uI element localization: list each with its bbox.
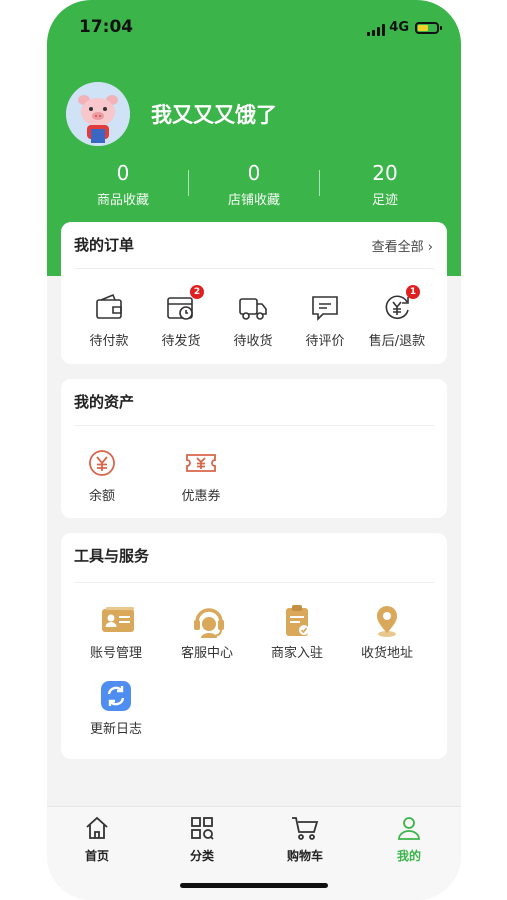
phone-screen: 17:04 4G 我又又又饿了 0 商品收藏 0 店铺收藏 20 足迹 我的订单…: [47, 0, 461, 900]
user-icon: [369, 815, 449, 845]
tab-cart[interactable]: 购物车: [265, 815, 345, 864]
orders-card: 我的订单 查看全部 › 待付款 2 待发货 待收货 待评价 1 售后/退款: [61, 222, 447, 364]
asset-balance[interactable]: 余额: [66, 447, 138, 504]
divider: [74, 582, 434, 583]
tool-label: 更新日志: [89, 722, 142, 737]
order-pending-shipment[interactable]: 2 待发货: [145, 285, 217, 349]
stat-label: 商品收藏: [96, 193, 149, 208]
tool-customer-service[interactable]: 客服中心: [171, 604, 243, 661]
asset-coupon[interactable]: 优惠券: [165, 447, 237, 504]
order-label: 待发货: [161, 334, 201, 349]
pending-shipment-icon: 2: [165, 285, 204, 324]
order-label: 待收货: [233, 334, 273, 349]
stat-label: 足迹: [371, 193, 398, 208]
tab-home[interactable]: 首页: [57, 815, 137, 864]
asset-label: 余额: [88, 489, 115, 504]
network-type: 4G: [389, 20, 409, 35]
divider: [74, 425, 434, 426]
refund-icon: 1: [381, 285, 420, 324]
comment-icon: [309, 292, 341, 324]
truck-icon: [237, 292, 269, 324]
tool-shipping-address[interactable]: 收货地址: [351, 604, 423, 661]
stat-divider: [319, 170, 320, 196]
home-icon: [57, 815, 137, 845]
balance-icon: [86, 447, 118, 479]
stat-value: 0: [247, 161, 261, 185]
category-icon: [162, 815, 242, 845]
status-time: 17:04: [79, 17, 134, 37]
divider: [74, 268, 434, 269]
view-all-orders-link[interactable]: 查看全部 ›: [372, 236, 433, 255]
tool-account-management[interactable]: 账号管理: [80, 604, 152, 661]
stat-value: 20: [372, 161, 398, 185]
order-badge: 2: [190, 285, 204, 299]
refresh-icon: [100, 680, 132, 712]
tool-label: 账号管理: [89, 646, 142, 661]
assets-card: 我的资产 余额 优惠券: [61, 379, 447, 518]
stat-footprints[interactable]: 20 足迹: [325, 160, 445, 208]
tool-update-log[interactable]: 更新日志: [80, 680, 152, 737]
order-label: 待评价: [305, 334, 345, 349]
order-badge: 1: [406, 285, 420, 299]
id-card-icon: [100, 604, 134, 636]
coupon-icon: [185, 447, 217, 479]
tool-label: 收货地址: [360, 646, 413, 661]
assets-title: 我的资产: [74, 393, 135, 411]
tab-label: 分类: [189, 849, 214, 863]
signal-icon: [367, 24, 387, 36]
wallet-icon: [93, 292, 125, 324]
tool-label: 客服中心: [180, 646, 233, 661]
avatar[interactable]: [66, 82, 130, 146]
stat-product-favorites[interactable]: 0 商品收藏: [63, 160, 183, 208]
tab-label: 购物车: [286, 849, 323, 863]
cart-icon: [265, 815, 345, 845]
status-bar: 17:04 4G: [47, 14, 461, 42]
tools-card: 工具与服务 账号管理 客服中心 商家入驻 收货地址 更新日志: [61, 533, 447, 759]
location-icon: [371, 604, 403, 637]
order-label: 待付款: [89, 334, 129, 349]
order-pending-receipt[interactable]: 待收货: [217, 292, 289, 349]
tab-category[interactable]: 分类: [162, 815, 242, 864]
headset-icon: [191, 604, 224, 638]
order-pending-payment[interactable]: 待付款: [73, 292, 145, 349]
tool-merchant-onboarding[interactable]: 商家入驻: [261, 604, 333, 661]
stat-value: 0: [116, 161, 130, 185]
order-pending-review[interactable]: 待评价: [289, 292, 361, 349]
clipboard-icon: [281, 604, 313, 636]
battery-icon: [415, 22, 442, 34]
home-indicator: [180, 883, 328, 888]
username: 我又又又饿了: [151, 103, 277, 127]
order-label: 售后/退款: [368, 334, 426, 349]
stat-divider: [188, 170, 189, 196]
tab-label: 首页: [84, 849, 109, 863]
tab-label: 我的: [396, 849, 421, 863]
tab-mine[interactable]: 我的: [369, 815, 449, 864]
order-after-sale-refund[interactable]: 1 售后/退款: [361, 285, 433, 349]
profile-stats: 0 商品收藏 0 店铺收藏 20 足迹: [47, 160, 461, 210]
stat-label: 店铺收藏: [227, 193, 280, 208]
tool-label: 商家入驻: [270, 646, 323, 661]
asset-label: 优惠券: [181, 489, 221, 504]
tools-title: 工具与服务: [74, 547, 150, 565]
stat-store-favorites[interactable]: 0 店铺收藏: [194, 160, 314, 208]
orders-title: 我的订单: [74, 236, 135, 254]
